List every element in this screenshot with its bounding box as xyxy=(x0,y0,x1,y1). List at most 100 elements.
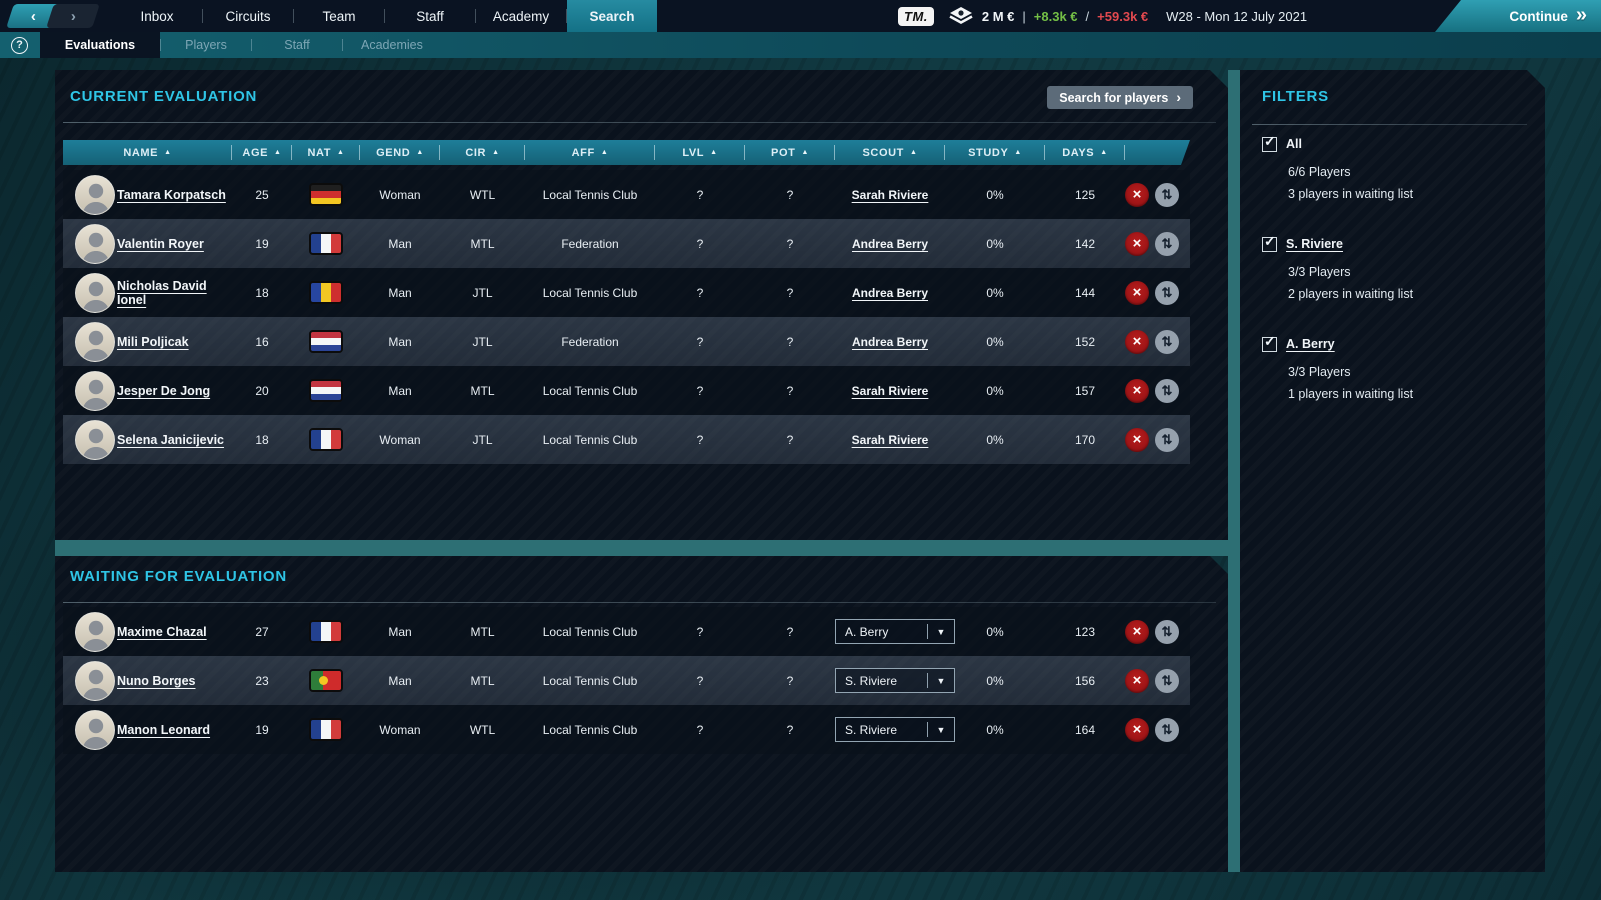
column-header-age[interactable]: AGE▲ xyxy=(232,140,292,165)
sort-asc-icon: ▲ xyxy=(710,149,718,156)
scout-link[interactable]: Andrea Berry xyxy=(852,237,928,251)
sub-tab-players[interactable]: Players xyxy=(161,32,251,58)
player-name-link[interactable]: Selena Janicijevic xyxy=(117,433,224,447)
filter-checkbox[interactable]: ✓ xyxy=(1262,137,1277,152)
player-avatar[interactable] xyxy=(75,710,115,750)
study-cell-value: 0% xyxy=(986,286,1003,300)
column-header-aff[interactable]: AFF▲ xyxy=(525,140,655,165)
age-cell: 16 xyxy=(232,335,292,349)
remove-player-button[interactable]: × xyxy=(1125,232,1149,256)
column-header-cir[interactable]: CIR▲ xyxy=(440,140,525,165)
player-avatar[interactable] xyxy=(75,612,115,652)
days-cell-value: 123 xyxy=(1075,625,1095,639)
scout-link[interactable]: Andrea Berry xyxy=(852,286,928,300)
column-header-days[interactable]: DAYS▲ xyxy=(1045,140,1125,165)
level-cell: ? xyxy=(655,335,745,349)
search-for-players-button[interactable]: Search for players › xyxy=(1047,86,1193,109)
column-header-gend[interactable]: GEND▲ xyxy=(360,140,440,165)
remove-player-button[interactable]: × xyxy=(1125,281,1149,305)
player-name-link[interactable]: Jesper De Jong xyxy=(117,384,210,398)
nav-tab-inbox[interactable]: Inbox xyxy=(112,0,202,32)
column-header-study[interactable]: STUDY▲ xyxy=(945,140,1045,165)
forward-button[interactable]: › xyxy=(46,4,100,28)
filter-checkbox[interactable]: ✓ xyxy=(1262,237,1277,252)
nav-tab-circuits[interactable]: Circuits xyxy=(203,0,293,32)
flag-stripe xyxy=(311,283,321,302)
swap-order-button[interactable]: ⇅ xyxy=(1155,428,1179,452)
player-row: Selena Janicijevic18WomanJTLLocal Tennis… xyxy=(63,415,1190,464)
player-name-link[interactable]: Nuno Borges xyxy=(117,674,195,688)
swap-order-button[interactable]: ⇅ xyxy=(1155,281,1179,305)
affiliation-cell-value: Federation xyxy=(561,335,618,349)
filter-label[interactable]: A. Berry xyxy=(1286,337,1335,351)
swap-order-button[interactable]: ⇅ xyxy=(1155,330,1179,354)
nav-tab-search[interactable]: Search xyxy=(567,0,657,32)
player-avatar[interactable] xyxy=(75,420,115,460)
scout-link[interactable]: Sarah Riviere xyxy=(852,188,929,202)
nav-tab-staff[interactable]: Staff xyxy=(385,0,475,32)
gender-cell-value: Woman xyxy=(379,433,420,447)
remove-player-button[interactable]: × xyxy=(1125,669,1149,693)
scout-dropdown[interactable]: S. Riviere▼ xyxy=(835,668,955,693)
swap-order-button[interactable]: ⇅ xyxy=(1155,183,1179,207)
swap-order-button[interactable]: ⇅ xyxy=(1155,669,1179,693)
column-header-nat[interactable]: NAT▲ xyxy=(292,140,360,165)
column-header-scout[interactable]: SCOUT▲ xyxy=(835,140,945,165)
gender-cell-value: Man xyxy=(388,384,411,398)
player-name-link[interactable]: Nicholas David Ionel xyxy=(117,279,207,307)
scout-link[interactable]: Sarah Riviere xyxy=(852,433,929,447)
player-avatar[interactable] xyxy=(75,273,115,313)
player-avatar[interactable] xyxy=(75,371,115,411)
player-name-link[interactable]: Mili Poljicak xyxy=(117,335,189,349)
swap-order-button[interactable]: ⇅ xyxy=(1155,718,1179,742)
remove-player-button[interactable]: × xyxy=(1125,620,1149,644)
column-header-name[interactable]: NAME▲ xyxy=(63,140,232,165)
scout-link[interactable]: Sarah Riviere xyxy=(852,384,929,398)
scout-dropdown[interactable]: A. Berry▼ xyxy=(835,619,955,644)
remove-player-button[interactable]: × xyxy=(1125,330,1149,354)
help-icon[interactable]: ? xyxy=(11,37,28,54)
nav-tab-team[interactable]: Team xyxy=(294,0,384,32)
nav-tab-academy[interactable]: Academy xyxy=(476,0,566,32)
swap-order-button[interactable]: ⇅ xyxy=(1155,232,1179,256)
column-header-label: AGE xyxy=(242,147,268,159)
player-avatar[interactable] xyxy=(75,322,115,362)
column-header-label: SCOUT xyxy=(862,147,904,159)
affiliation-cell: Local Tennis Club xyxy=(525,188,655,202)
filter-groups: ✓All6/6 Players3 players in waiting list… xyxy=(1262,136,1525,436)
gender-cell-value: Man xyxy=(388,625,411,639)
gender-cell: Man xyxy=(360,384,440,398)
swap-order-button[interactable]: ⇅ xyxy=(1155,379,1179,403)
sub-tab-academies[interactable]: Academies xyxy=(343,32,441,58)
filter-checkbox[interactable]: ✓ xyxy=(1262,337,1277,352)
sub-tab-evaluations[interactable]: Evaluations xyxy=(40,32,160,58)
player-name-link[interactable]: Manon Leonard xyxy=(117,723,210,737)
player-avatar[interactable] xyxy=(75,661,115,701)
remove-player-button[interactable]: × xyxy=(1125,428,1149,452)
affiliation-cell: Local Tennis Club xyxy=(525,674,655,688)
gender-cell-value: Man xyxy=(388,674,411,688)
continue-chevrons-icon: » xyxy=(1576,5,1587,25)
filter-label[interactable]: S. Riviere xyxy=(1286,237,1343,251)
filter-group: ✓All6/6 Players3 players in waiting list xyxy=(1262,136,1525,205)
column-header-lvl[interactable]: LVL▲ xyxy=(655,140,745,165)
column-header-pot[interactable]: POT▲ xyxy=(745,140,835,165)
player-avatar[interactable] xyxy=(75,175,115,215)
swap-order-button[interactable]: ⇅ xyxy=(1155,620,1179,644)
player-name-link[interactable]: Maxime Chazal xyxy=(117,625,207,639)
player-name-link[interactable]: Valentin Royer xyxy=(117,237,204,251)
circuit-cell: JTL xyxy=(440,335,525,349)
continue-button[interactable]: Continue » xyxy=(1435,0,1601,32)
remove-player-button[interactable]: × xyxy=(1125,379,1149,403)
sub-tab-staff[interactable]: Staff xyxy=(252,32,342,58)
scout-cell: Andrea Berry xyxy=(835,237,945,251)
remove-player-button[interactable]: × xyxy=(1125,718,1149,742)
actions-cell: ×⇅ xyxy=(1125,281,1190,305)
player-row: Maxime Chazal27ManMTLLocal Tennis Club??… xyxy=(63,607,1190,656)
player-avatar[interactable] xyxy=(75,224,115,264)
player-name-link[interactable]: Tamara Korpatsch xyxy=(117,188,226,202)
search-chevron-icon: › xyxy=(1176,89,1181,105)
scout-dropdown[interactable]: S. Riviere▼ xyxy=(835,717,955,742)
remove-player-button[interactable]: × xyxy=(1125,183,1149,207)
scout-link[interactable]: Andrea Berry xyxy=(852,335,928,349)
